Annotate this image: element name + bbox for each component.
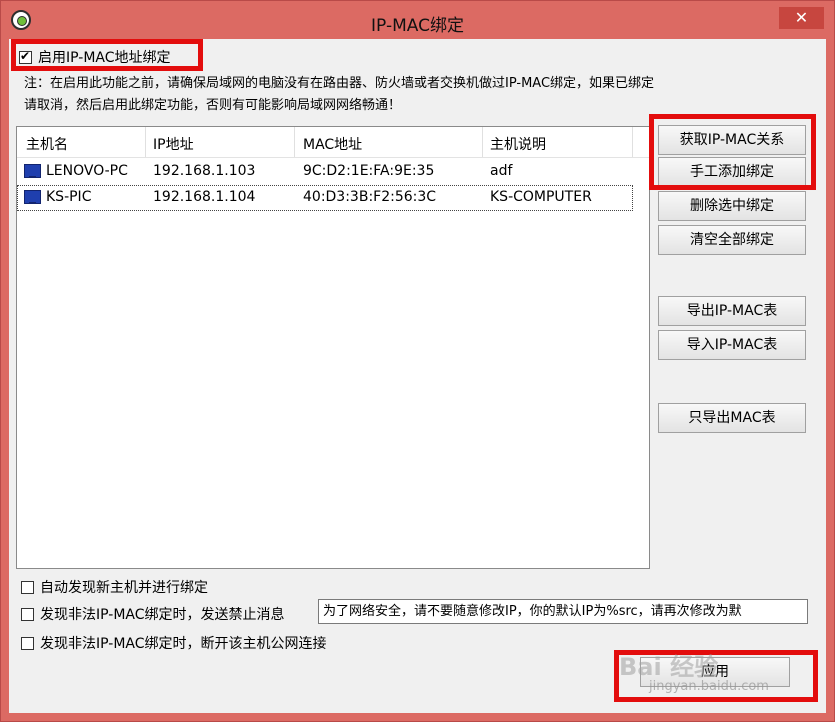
- export-mac-only-button[interactable]: 只导出MAC表: [658, 403, 806, 433]
- cell-host: LENOVO-PC: [46, 163, 128, 179]
- disconnect-option[interactable]: 发现非法IP-MAC绑定时，断开该主机公网连接: [21, 633, 327, 653]
- column-header-desc[interactable]: 主机说明: [490, 134, 546, 154]
- cell-ip: 192.168.1.103: [153, 163, 256, 179]
- table-header: 主机名 IP地址 MAC地址 主机说明: [17, 127, 649, 158]
- ip-mac-binding-window: IP-MAC绑定 ✕ 启用IP-MAC地址绑定 注：在启用此功能之前，请确保局域…: [0, 0, 835, 722]
- send-block-message-label: 发现非法IP-MAC绑定时，发送禁止消息: [40, 607, 285, 623]
- cell-desc: adf: [490, 163, 513, 179]
- column-header-ip[interactable]: IP地址: [153, 134, 194, 154]
- window-title: IP-MAC绑定: [371, 16, 464, 36]
- auto-bind-option[interactable]: 自动发现新主机并进行绑定: [21, 577, 208, 597]
- send-block-message-checkbox[interactable]: [21, 607, 34, 621]
- cell-desc: KS-COMPUTER: [490, 189, 592, 205]
- warning-note: 注：在启用此功能之前，请确保局域网的电脑没有在路由器、防火墙或者交换机做过IP-…: [24, 76, 655, 113]
- cell-mac: 9C:D2:1E:FA:9E:35: [303, 163, 435, 179]
- computer-icon: [24, 190, 41, 204]
- highlight-box-get-add: [649, 114, 816, 190]
- close-button[interactable]: ✕: [779, 7, 824, 29]
- cell-ip: 192.168.1.104: [153, 189, 256, 205]
- column-header-host[interactable]: 主机名: [26, 134, 68, 154]
- computer-icon: [24, 164, 41, 178]
- baidu-watermark: Bai 经验: [619, 653, 719, 681]
- highlight-box-enable: [11, 39, 203, 71]
- disconnect-label: 发现非法IP-MAC绑定时，断开该主机公网连接: [40, 636, 327, 652]
- auto-bind-checkbox[interactable]: [21, 580, 34, 594]
- table-row[interactable]: KS-PIC 192.168.1.104 40:D3:3B:F2:56:3C K…: [17, 185, 633, 211]
- title-bar[interactable]: IP-MAC绑定 ✕: [1, 1, 834, 39]
- import-ip-mac-table-button[interactable]: 导入IP-MAC表: [658, 330, 806, 360]
- table-row[interactable]: LENOVO-PC 192.168.1.103 9C:D2:1E:FA:9E:3…: [17, 159, 649, 185]
- delete-selected-binding-button[interactable]: 删除选中绑定: [658, 191, 806, 221]
- column-header-mac[interactable]: MAC地址: [303, 134, 362, 154]
- send-block-message-option[interactable]: 发现非法IP-MAC绑定时，发送禁止消息: [21, 604, 285, 624]
- disconnect-checkbox[interactable]: [21, 636, 34, 650]
- cell-mac: 40:D3:3B:F2:56:3C: [303, 189, 437, 205]
- binding-table[interactable]: 主机名 IP地址 MAC地址 主机说明 LENOVO-PC 192.168.1.…: [16, 126, 650, 569]
- export-ip-mac-table-button[interactable]: 导出IP-MAC表: [658, 296, 806, 326]
- dialog-body: 启用IP-MAC地址绑定 注：在启用此功能之前，请确保局域网的电脑没有在路由器、…: [9, 39, 826, 713]
- cell-host: KS-PIC: [46, 189, 92, 205]
- baidu-watermark-url: jingyan.baidu.com: [649, 679, 769, 694]
- auto-bind-label: 自动发现新主机并进行绑定: [40, 580, 208, 596]
- clear-all-bindings-button[interactable]: 清空全部绑定: [658, 225, 806, 255]
- block-message-input[interactable]: 为了网络安全，请不要随意修改IP，你的默认IP为%src，请再次修改为默: [318, 599, 808, 624]
